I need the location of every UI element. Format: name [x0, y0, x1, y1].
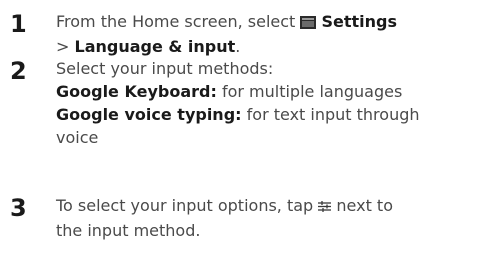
step-text-segment: To select your input options, tap — [56, 196, 314, 215]
google-voice-typing-description: for text input through — [246, 105, 420, 124]
step-number: 3 — [10, 194, 27, 222]
step-line: Select your input methods: — [56, 59, 274, 78]
step-line: the input method. — [56, 221, 201, 240]
step-line: Google voice typing: for text input thro… — [56, 103, 471, 126]
step-line: voice — [56, 128, 99, 147]
step-number: 1 — [10, 10, 27, 38]
input-options-icon — [318, 196, 332, 219]
step-text-segment: From the Home screen, select — [56, 12, 296, 31]
settings-icon — [300, 12, 317, 35]
step-text: Select your input methods: Google Keyboa… — [56, 57, 471, 149]
step-text-segment: next to — [336, 196, 393, 215]
step-text-segment: . — [235, 37, 241, 56]
step-text: From the Home screen, select Settings > … — [56, 10, 471, 58]
google-keyboard-label: Google Keyboard: — [56, 82, 217, 101]
step-line: To select your input options, tap next t… — [56, 194, 471, 219]
step-text: To select your input options, tap next t… — [56, 194, 471, 242]
step-line: > Language & input. — [56, 35, 471, 58]
step-line: From the Home screen, select Settings — [56, 10, 471, 35]
google-voice-typing-label: Google voice typing: — [56, 105, 242, 124]
settings-label: Settings — [321, 12, 398, 31]
language-input-label: Language & input — [74, 37, 236, 56]
step-line: Google Keyboard: for multiple languages — [56, 80, 471, 103]
path-separator: > — [56, 37, 70, 56]
step-number: 2 — [10, 57, 27, 85]
google-keyboard-description: for multiple languages — [221, 82, 403, 101]
